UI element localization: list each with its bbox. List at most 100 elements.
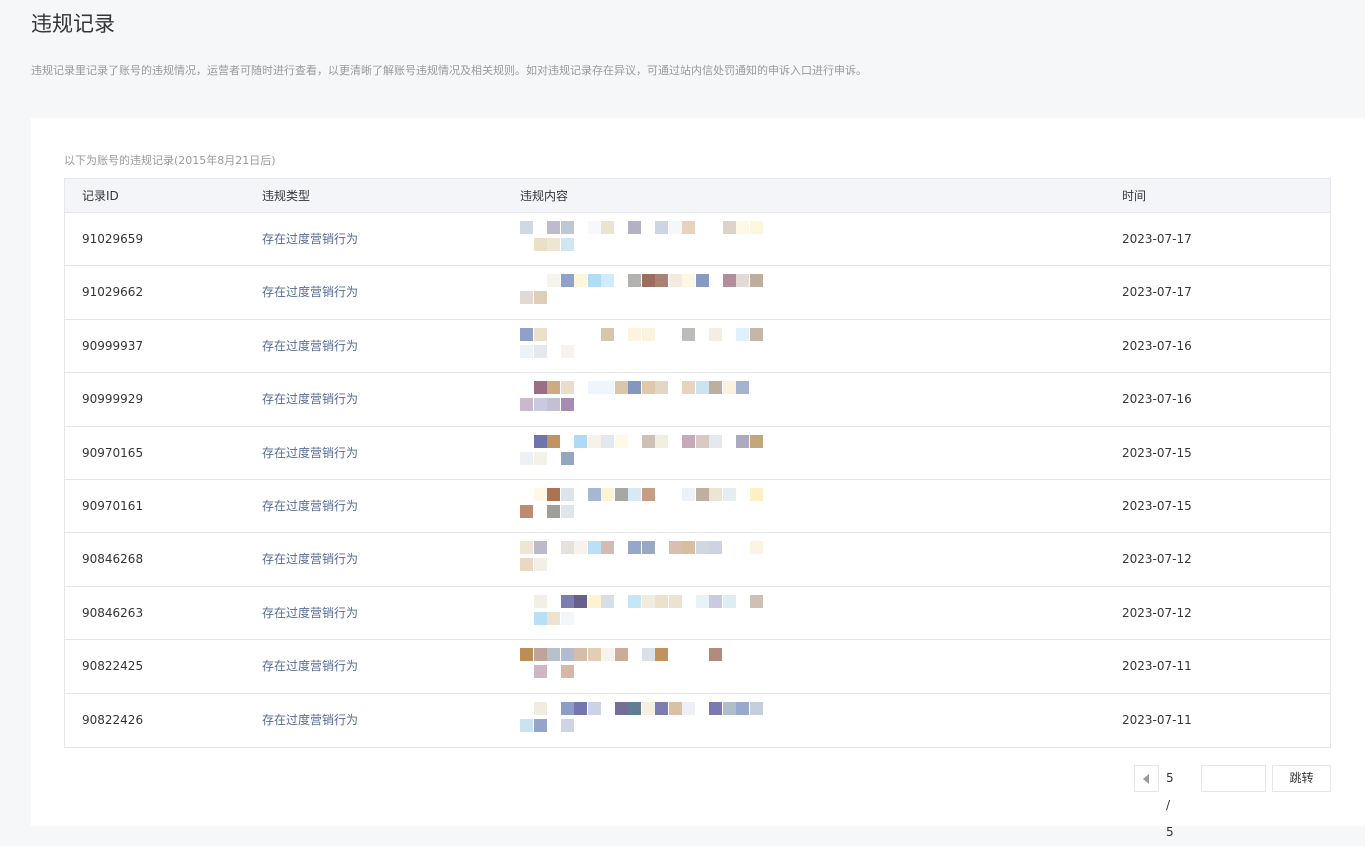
record-id: 90822425: [82, 659, 144, 674]
violation-type-link[interactable]: 存在过度营销行为: [262, 373, 358, 425]
violation-type-link[interactable]: 存在过度营销行为: [262, 320, 358, 372]
table-row: 91029659 存在过度营销行为 2023-07-17: [65, 213, 1330, 267]
pixelated-block: [520, 221, 533, 234]
pixelated-block: [587, 434, 601, 448]
pixelated-block: [736, 274, 749, 288]
header-time: 时间: [1122, 189, 1147, 203]
pixelated-block: [709, 434, 722, 448]
pixelated-block: [587, 221, 601, 234]
pixelated-block: [547, 238, 560, 251]
pixelated-block: [560, 344, 574, 358]
violation-type-link[interactable]: 存在过度营销行为: [262, 266, 358, 318]
pixelated-block: [547, 398, 560, 412]
pixelated-block: [749, 487, 763, 501]
pixelated-block: [736, 327, 749, 341]
pixelated-block: [722, 594, 736, 608]
pixelated-block: [533, 344, 547, 358]
violation-table: 记录ID 违规类型 违规内容 时间 91029659 存在过度营销行为 2023-0…: [64, 178, 1331, 748]
pixelated-block: [533, 718, 547, 732]
violation-type-link[interactable]: 存在过度营销行为: [262, 427, 358, 479]
pixelated-block: [520, 558, 533, 572]
violation-content-obscured: [520, 487, 770, 522]
violation-content-obscured: [520, 381, 770, 415]
page-jump-input[interactable]: [1201, 765, 1266, 792]
violation-type-link[interactable]: 存在过度营销行为: [262, 587, 358, 639]
table-row: 90822426 存在过度营销行为 2023-07-11: [65, 694, 1330, 747]
page-description: 违规记录里记录了账号的违规情况，运营者可随时进行查看，以更清晰了解账号违规情况及…: [31, 64, 867, 77]
record-time: 2023-07-17: [1122, 285, 1192, 300]
pixelated-block: [655, 594, 668, 608]
table-header: 记录ID 违规类型 违规内容 时间: [65, 179, 1330, 213]
pixelated-block: [709, 594, 722, 608]
pixelated-block: [641, 327, 655, 341]
pixelated-block: [736, 221, 749, 234]
record-id: 90970165: [82, 445, 144, 460]
pixelated-block: [601, 327, 614, 341]
pixelated-block: [736, 381, 749, 395]
table-row: 90846268 存在过度营销行为 2023-07-12: [65, 533, 1330, 587]
pixelated-block: [722, 221, 736, 234]
pixelated-block: [641, 274, 655, 288]
pixelated-block: [695, 381, 709, 395]
table-row: 91029662 存在过度营销行为 2023-07-17: [65, 266, 1330, 320]
violation-content-obscured: [520, 701, 770, 736]
pixelated-block: [682, 541, 695, 555]
record-id: 90999929: [82, 392, 144, 407]
pixelated-block: [709, 541, 722, 555]
jump-button[interactable]: 跳转: [1272, 765, 1331, 792]
pixelated-block: [574, 594, 587, 608]
pixelated-block: [614, 434, 628, 448]
pixelated-block: [533, 611, 547, 625]
violation-type-link[interactable]: 存在过度营销行为: [262, 694, 358, 746]
pixelated-block: [574, 274, 587, 288]
pixelated-block: [560, 701, 574, 715]
pixelated-block: [520, 327, 533, 341]
pixelated-block: [560, 611, 574, 625]
violation-type-link[interactable]: 存在过度营销行为: [262, 213, 358, 265]
pixelated-block: [614, 381, 628, 395]
pixelated-block: [533, 487, 547, 501]
pixelated-block: [682, 327, 695, 341]
pixelated-block: [533, 398, 547, 412]
prev-page-button[interactable]: [1134, 765, 1159, 792]
pixelated-block: [520, 398, 533, 412]
table-row: 90999937 存在过度营销行为 2023-07-16: [65, 320, 1330, 374]
pixelated-block: [560, 238, 574, 251]
pixelated-block: [695, 434, 709, 448]
pixelated-block: [655, 434, 668, 448]
pixelated-block: [682, 701, 695, 715]
pixelated-block: [668, 221, 682, 234]
violation-content-obscured: [520, 541, 770, 575]
pixelated-block: [601, 541, 614, 555]
violation-type-link[interactable]: 存在过度营销行为: [262, 533, 358, 585]
violation-type-link[interactable]: 存在过度营销行为: [262, 640, 358, 692]
pixelated-block: [547, 274, 560, 288]
violation-type-link[interactable]: 存在过度营销行为: [262, 480, 358, 532]
pixelated-block: [560, 594, 574, 608]
header-violation-type: 违规类型: [262, 189, 311, 203]
pixelated-block: [520, 504, 533, 518]
pixelated-block: [682, 381, 695, 395]
record-id: 90822426: [82, 712, 144, 727]
pixelated-block: [601, 381, 614, 395]
pixelated-block: [655, 381, 668, 395]
pixelated-block: [533, 381, 547, 395]
pixelated-block: [614, 487, 628, 501]
pixelated-block: [520, 648, 533, 662]
pixelated-block: [655, 274, 668, 288]
pixelated-block: [722, 274, 736, 288]
pixelated-block: [587, 648, 601, 662]
pixelated-block: [560, 665, 574, 679]
pixelated-block: [695, 541, 709, 555]
pixelated-block: [560, 451, 574, 465]
pixelated-block: [520, 451, 533, 465]
pixelated-block: [668, 541, 682, 555]
pixelated-block: [601, 648, 614, 662]
violation-content-obscured: [520, 274, 770, 308]
pixelated-block: [547, 487, 560, 501]
pixelated-block: [601, 487, 614, 501]
violation-content-obscured: [520, 434, 770, 469]
page-indicator: 5 / 5: [1166, 771, 1174, 839]
violation-content-obscured: [520, 221, 770, 255]
violation-content-obscured: [520, 594, 770, 629]
